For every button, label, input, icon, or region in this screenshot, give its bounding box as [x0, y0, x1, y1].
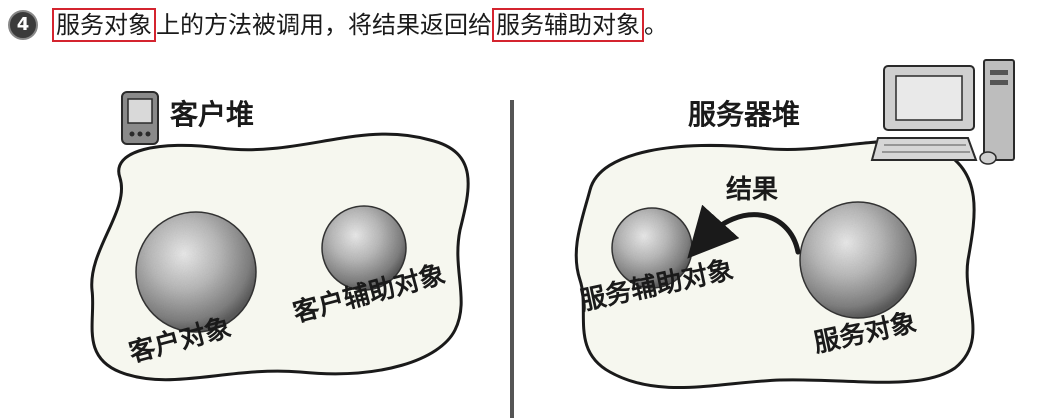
- service-object-sphere: [799, 201, 917, 319]
- client-heap-title: 客户堆: [170, 98, 254, 131]
- desktop-computer-icon: [870, 59, 1015, 165]
- client-object-sphere: [135, 211, 257, 333]
- rmi-diagram: 客户堆 服务器堆 客户对象 客户辅助对象 结果 服务辅助对象 服务对象: [90, 59, 1015, 418]
- pda-device-icon: [121, 91, 159, 145]
- server-heap-title: 服务器堆: [688, 98, 800, 131]
- result-label: 结果: [726, 175, 778, 205]
